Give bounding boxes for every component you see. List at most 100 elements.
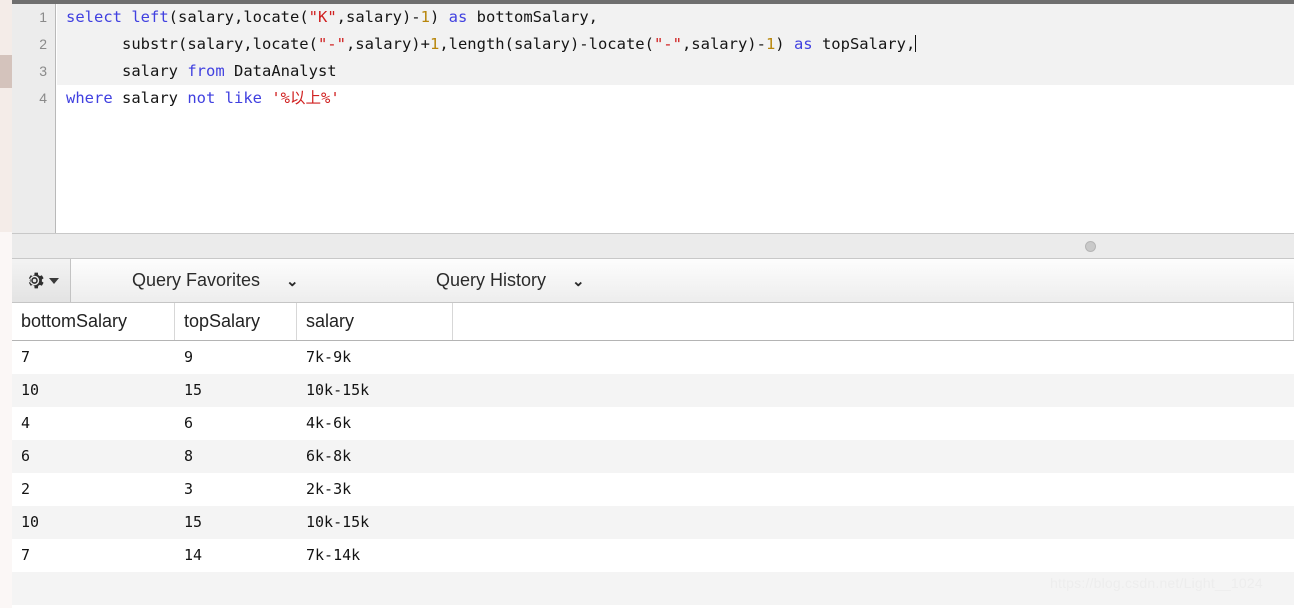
- code-token: "-": [653, 35, 682, 53]
- table-cell-topSalary[interactable]: 3: [175, 473, 297, 506]
- table-row[interactable]: 7 14 7k-14k: [12, 539, 1294, 572]
- code-token: not: [187, 89, 216, 107]
- column-header-bottomSalary[interactable]: bottomSalary: [12, 303, 175, 340]
- sql-editor-pane[interactable]: 1234 select left(salary,locate("K",salar…: [12, 4, 1294, 233]
- code-token: substr(salary,locate(: [66, 35, 318, 53]
- table-cell-bottomSalary[interactable]: 7: [12, 539, 175, 572]
- query-history-menu[interactable]: Query History ⌄: [436, 259, 585, 302]
- code-token: (salary,locate(: [168, 8, 309, 26]
- chevron-down-icon: ⌄: [572, 272, 585, 290]
- code-token: bottomSalary,: [467, 8, 598, 26]
- table-row[interactable]: 10 15 10k-15k: [12, 506, 1294, 539]
- table-row[interactable]: 2 3 2k-3k: [12, 473, 1294, 506]
- table-cell-bottomSalary[interactable]: 2: [12, 473, 175, 506]
- table-cell-blank[interactable]: [453, 473, 1294, 506]
- table-cell-bottomSalary[interactable]: 6: [12, 440, 175, 473]
- code-token: '%以上%': [271, 89, 340, 107]
- table-cell-topSalary[interactable]: 8: [175, 440, 297, 473]
- table-cell-blank[interactable]: [453, 440, 1294, 473]
- results-grid[interactable]: bottomSalary topSalary salary 7 9 7k-9k 10 15 1…: [12, 303, 1294, 608]
- code-token: like: [224, 89, 262, 107]
- code-token: from: [187, 62, 225, 80]
- code-token: ,salary)-: [336, 8, 421, 26]
- code-line[interactable]: select left(salary,locate("K",salary)-1)…: [57, 4, 1294, 31]
- table-cell-topSalary[interactable]: 15: [175, 506, 297, 539]
- table-cell-blank[interactable]: [453, 506, 1294, 539]
- code-token: "K": [308, 8, 337, 26]
- query-favorites-label: Query Favorites: [132, 270, 261, 290]
- table-cell-topSalary[interactable]: 6: [175, 407, 297, 440]
- window-edge-lower: [0, 232, 12, 608]
- splitter-grab-handle[interactable]: [1085, 241, 1096, 252]
- column-header-blank[interactable]: [453, 303, 1294, 340]
- table-cell-bottomSalary[interactable]: 4: [12, 407, 175, 440]
- table-cell-topSalary[interactable]: 9: [175, 341, 297, 374]
- code-line[interactable]: where salary not like '%以上%': [57, 85, 1294, 112]
- code-token: select: [66, 8, 122, 26]
- table-cell-salary[interactable]: 6k-8k: [297, 440, 453, 473]
- table-cell-topSalary[interactable]: 15: [175, 374, 297, 407]
- table-cell-salary[interactable]: 2k-3k: [297, 473, 453, 506]
- results-grid-body[interactable]: 7 9 7k-9k 10 15 10k-15k 4 6 4k-6k 6 8 6k-8k 2 3 2k-3k 1…: [12, 341, 1294, 605]
- line-number-gutter: 1 2 3 4: [12, 4, 56, 233]
- table-row[interactable]: 10 15 10k-15k: [12, 374, 1294, 407]
- results-toolbar: Query Favorites ⌄ Query History ⌄: [12, 259, 1294, 303]
- code-token: ): [430, 8, 449, 26]
- table-row[interactable]: 4 6 4k-6k: [12, 407, 1294, 440]
- pane-splitter[interactable]: [12, 233, 1294, 259]
- settings-menu-button[interactable]: [12, 259, 71, 302]
- code-line[interactable]: salary from DataAnalyst: [57, 58, 1294, 85]
- line-number: 2: [39, 36, 47, 52]
- line-number: 4: [39, 90, 47, 106]
- line-number: 3: [39, 63, 47, 79]
- table-cell-salary[interactable]: 10k-15k: [297, 374, 453, 407]
- table-cell-blank[interactable]: [453, 341, 1294, 374]
- code-token: where: [66, 89, 113, 107]
- table-cell-blank[interactable]: [453, 374, 1294, 407]
- chevron-down-icon: [48, 277, 59, 284]
- code-token: DataAnalyst: [224, 62, 337, 80]
- code-token: 1: [429, 35, 440, 53]
- sql-editor-window: 1234 select left(salary,locate("K",salar…: [0, 0, 1294, 608]
- code-token: "-": [317, 35, 346, 53]
- code-area[interactable]: select left(salary,locate("K",salary)-1)…: [57, 4, 1294, 233]
- code-token: as: [793, 35, 813, 53]
- code-token: ): [775, 35, 794, 53]
- code-token: 1: [765, 35, 776, 53]
- table-cell-bottomSalary[interactable]: 10: [12, 506, 175, 539]
- table-cell-topSalary[interactable]: [175, 572, 297, 605]
- results-grid-header[interactable]: bottomSalary topSalary salary: [12, 303, 1294, 341]
- code-lines[interactable]: select left(salary,locate("K",salary)-1)…: [57, 4, 1294, 112]
- code-token: left: [131, 8, 169, 26]
- table-cell-bottomSalary[interactable]: 7: [12, 341, 175, 374]
- table-cell-salary[interactable]: 10k-15k: [297, 506, 453, 539]
- column-header-topSalary[interactable]: topSalary: [175, 303, 297, 340]
- table-cell-salary[interactable]: 4k-6k: [297, 407, 453, 440]
- table-row[interactable]: 6 8 6k-8k: [12, 440, 1294, 473]
- table-cell-salary[interactable]: 7k-9k: [297, 341, 453, 374]
- gear-icon: [24, 270, 45, 291]
- code-token: ,salary)+: [345, 35, 430, 53]
- query-favorites-menu[interactable]: Query Favorites ⌄: [132, 259, 299, 302]
- table-cell-salary[interactable]: 7k-14k: [297, 539, 453, 572]
- code-token: ,salary)-: [681, 35, 766, 53]
- column-header-salary[interactable]: salary: [297, 303, 453, 340]
- table-cell-blank[interactable]: [453, 572, 1294, 605]
- table-cell-bottomSalary[interactable]: 10: [12, 374, 175, 407]
- table-cell-topSalary[interactable]: 14: [175, 539, 297, 572]
- window-left-edge-strip: [0, 0, 12, 608]
- table-cell-bottomSalary[interactable]: [12, 572, 175, 605]
- table-row[interactable]: [12, 572, 1294, 605]
- table-cell-salary[interactable]: [297, 572, 453, 605]
- text-caret: [915, 35, 917, 52]
- code-line[interactable]: substr(salary,locate("-",salary)+1,lengt…: [57, 31, 1294, 58]
- table-cell-blank[interactable]: [453, 539, 1294, 572]
- table-cell-blank[interactable]: [453, 407, 1294, 440]
- code-token: salary: [66, 62, 188, 80]
- chevron-down-icon: ⌄: [286, 272, 299, 290]
- line-number: 1: [39, 9, 47, 25]
- table-row[interactable]: 7 9 7k-9k: [12, 341, 1294, 374]
